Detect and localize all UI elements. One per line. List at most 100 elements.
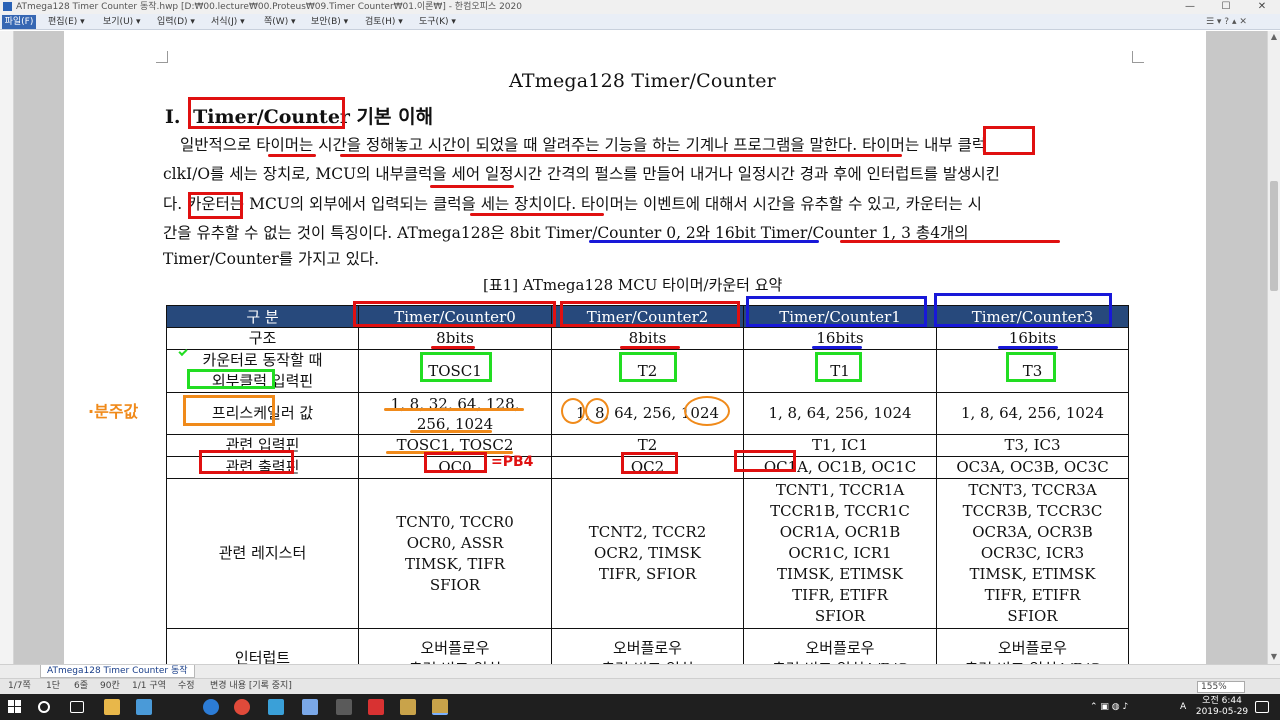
table-cell: T1 bbox=[743, 349, 937, 393]
table-header: Timer/Counter0 bbox=[358, 305, 552, 328]
store-icon[interactable] bbox=[136, 699, 152, 715]
document-tab-bar: ATmega128 Timer Counter 동작 bbox=[0, 664, 1280, 678]
maximize-button[interactable]: ☐ bbox=[1208, 0, 1244, 14]
row-label: 구조 bbox=[166, 327, 359, 350]
table-cell: TCNT3, TCCR3A TCCR3B, TCCR3C OCR3A, OCR3… bbox=[936, 478, 1129, 629]
row-label: 관련 출력핀 bbox=[166, 456, 359, 479]
file-explorer-icon[interactable] bbox=[104, 699, 120, 715]
vertical-ruler bbox=[0, 31, 14, 664]
page-corner-mark bbox=[1132, 51, 1144, 63]
edge-icon[interactable] bbox=[203, 699, 219, 715]
acrobat-icon[interactable] bbox=[368, 699, 384, 715]
table-row: 카운터로 동작할 때 외부클럭 입력핀 TOSC1 T2 T1 T3 bbox=[166, 349, 1129, 393]
page-corner-mark bbox=[156, 51, 168, 63]
search-icon[interactable] bbox=[38, 701, 50, 713]
section-number: Ⅰ. bbox=[165, 106, 181, 128]
table-header: Timer/Counter2 bbox=[551, 305, 744, 328]
scrollbar-thumb[interactable] bbox=[1270, 181, 1278, 291]
app-icon[interactable] bbox=[336, 699, 352, 715]
timer-summary-table: 구 분 Timer/Counter0 Timer/Counter2 Timer/… bbox=[166, 305, 1129, 689]
section-suffix: 기본 이해 bbox=[349, 106, 434, 128]
title-bar: ATmega128 Timer Counter 동작.hwp [D:₩00.le… bbox=[0, 0, 1280, 14]
status-section: 1단 bbox=[46, 681, 61, 691]
table-header: Timer/Counter3 bbox=[936, 305, 1129, 328]
table-cell: T2 bbox=[551, 349, 744, 393]
menu-insert[interactable]: 입력(D) ▾ bbox=[157, 14, 195, 30]
table-row: 프리스케일러 값 1, 8, 32, 64, 128, 256, 1024 1,… bbox=[166, 392, 1129, 435]
row-label-line: 카운터로 동작할 때 bbox=[202, 351, 323, 369]
task-view-icon[interactable] bbox=[70, 701, 84, 713]
document-tab[interactable]: ATmega128 Timer Counter 동작 bbox=[40, 665, 195, 678]
annotation-oc0-note: =PB4 bbox=[491, 454, 534, 470]
menu-review[interactable]: 검토(H) ▾ bbox=[365, 14, 403, 30]
table-header: 구 분 bbox=[166, 305, 359, 328]
table-row: 관련 입력핀 TOSC1, TOSC2 T2 T1, IC1 T3, IC3 bbox=[166, 434, 1129, 457]
status-change-tracking[interactable]: 변경 내용 [기록 중지] bbox=[210, 679, 292, 694]
status-bar: 1/7쪽 1단 6줄 90칸 1/1 구역 수정 변경 내용 [기록 중지] 1… bbox=[0, 678, 1280, 694]
menu-right-controls[interactable]: ☰ ▾ ? ▴ ✕ bbox=[1206, 14, 1247, 30]
row-label: 관련 입력핀 bbox=[166, 434, 359, 457]
table-cell: 1, 8, 32, 64, 128, 256, 1024 bbox=[358, 392, 552, 435]
table-cell: TCNT1, TCCR1A TCCR1B, TCCR1C OCR1A, OCR1… bbox=[743, 478, 937, 629]
scroll-up-icon[interactable]: ▲ bbox=[1268, 31, 1280, 43]
windows-start-icon[interactable] bbox=[8, 700, 22, 714]
hwp-app-icon bbox=[3, 2, 12, 11]
status-area: 1/1 구역 bbox=[132, 681, 166, 691]
app-icon[interactable] bbox=[302, 699, 318, 715]
hwp-icon[interactable] bbox=[268, 699, 284, 715]
table-cell: 8bits bbox=[358, 327, 552, 350]
paragraph-line: clkI/O를 세는 장치로, MCU의 내부클럭을 세어 일정시간 간격의 펄… bbox=[163, 165, 1000, 183]
table-cell: TCNT2, TCCR2 OCR2, TIMSK TIFR, SFIOR bbox=[551, 478, 744, 629]
status-mode: 수정 bbox=[178, 681, 195, 691]
status-column: 90칸 bbox=[100, 681, 120, 691]
close-button[interactable]: ✕ bbox=[1244, 0, 1280, 14]
ime-indicator[interactable]: A bbox=[1180, 694, 1186, 720]
menu-format[interactable]: 서식(J) ▾ bbox=[211, 14, 245, 30]
table-row: 구조 8bits 8bits 16bits 16bits bbox=[166, 327, 1129, 350]
table-header-row: 구 분 Timer/Counter0 Timer/Counter2 Timer/… bbox=[166, 305, 1129, 328]
menu-page[interactable]: 쪽(W) ▾ bbox=[264, 14, 296, 30]
table-cell: 16bits bbox=[743, 327, 937, 350]
row-label: 관련 레지스터 bbox=[166, 478, 359, 629]
notification-icon[interactable] bbox=[1255, 701, 1269, 713]
clock-date: 2019-05-29 bbox=[1195, 707, 1249, 717]
proteus-icon[interactable] bbox=[400, 699, 416, 715]
menu-file[interactable]: 파일(F) bbox=[2, 15, 36, 29]
table-cell: TOSC1 bbox=[358, 349, 552, 393]
table-cell: OC2 bbox=[551, 456, 744, 479]
row-label: 카운터로 동작할 때 외부클럭 입력핀 bbox=[166, 349, 359, 393]
annotation-prescaler-note: ·분주값 bbox=[88, 402, 139, 421]
clock-time: 오전 6:44 bbox=[1202, 696, 1242, 706]
table-cell: OC1A, OC1B, OC1C bbox=[743, 456, 937, 479]
menu-view[interactable]: 보기(U) ▾ bbox=[103, 14, 141, 30]
window-title: ATmega128 Timer Counter 동작.hwp [D:₩00.le… bbox=[16, 2, 522, 12]
table-cell: 16bits bbox=[936, 327, 1129, 350]
scroll-down-icon[interactable]: ▼ bbox=[1268, 651, 1280, 663]
table-cell: OC3A, OC3B, OC3C bbox=[936, 456, 1129, 479]
table-cell: T1, IC1 bbox=[743, 434, 937, 457]
paragraph-line: Timer/Counter를 가지고 있다. bbox=[163, 250, 380, 268]
section-heading: Ⅰ. Timer/Counter 기본 이해 bbox=[165, 102, 433, 129]
table-cell: T3, IC3 bbox=[936, 434, 1129, 457]
table-cell: 1, 8, 64, 256, 1024 bbox=[743, 392, 937, 435]
menu-tools[interactable]: 도구(K) ▾ bbox=[419, 14, 456, 30]
paragraph-line: 간을 유추할 수 없는 것이 특징이다. ATmega128은 8bit Tim… bbox=[163, 224, 969, 242]
menu-bar: 파일(F) 편집(E) ▾ 보기(U) ▾ 입력(D) ▾ 서식(J) ▾ 쪽(… bbox=[0, 14, 1280, 30]
table-cell: T2 bbox=[551, 434, 744, 457]
table-cell: 1, 8, 64, 256, 1024 bbox=[551, 392, 744, 435]
proteus-active-icon[interactable] bbox=[432, 699, 448, 715]
menu-security[interactable]: 보안(B) ▾ bbox=[311, 14, 348, 30]
row-label-line: 외부클럭 입력핀 bbox=[211, 372, 314, 390]
paragraph-line: 다. 카운터는 MCU의 외부에서 입력되는 클럭을 세는 장치이다. 타이머는… bbox=[163, 195, 982, 213]
table-cell: T3 bbox=[936, 349, 1129, 393]
taskbar-clock[interactable]: 오전 6:44 2019-05-29 bbox=[1194, 696, 1250, 718]
minimize-button[interactable]: — bbox=[1172, 0, 1208, 14]
chrome-icon[interactable] bbox=[234, 699, 250, 715]
status-line: 6줄 bbox=[74, 681, 89, 691]
vertical-scrollbar[interactable]: ▲ ▼ bbox=[1267, 31, 1280, 664]
zoom-select[interactable]: 155% bbox=[1197, 681, 1245, 693]
tray-icons[interactable]: ⌃ ▣ ◍ ♪ bbox=[1090, 694, 1128, 720]
table-caption: [표1] ATmega128 MCU 타이머/카운터 요약 bbox=[483, 276, 783, 294]
table-cell: TCNT0, TCCR0 OCR0, ASSR TIMSK, TIFR SFIO… bbox=[358, 478, 552, 629]
menu-edit[interactable]: 편집(E) ▾ bbox=[48, 14, 85, 30]
